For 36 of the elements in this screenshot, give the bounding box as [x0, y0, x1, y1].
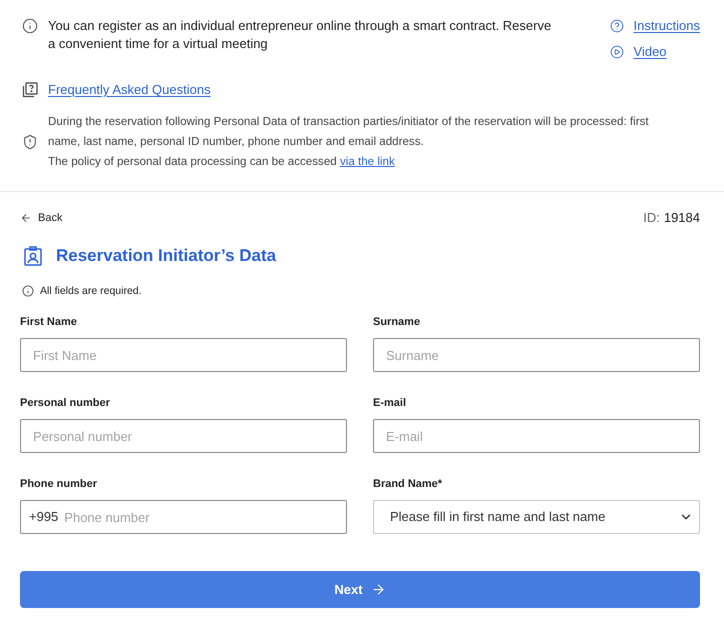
text-input[interactable]: First Name	[20, 338, 347, 372]
required-note: All fields are required.	[40, 284, 142, 298]
arrow-left-icon	[20, 212, 32, 224]
field-label: Brand Name*	[373, 477, 442, 491]
id-label: ID:	[643, 210, 660, 226]
question-document-icon	[22, 82, 38, 98]
field-label: Surname	[373, 315, 420, 329]
policy-note: The policy of personal data processing can be accessed via the link	[48, 154, 395, 170]
field-label: Personal number	[20, 396, 110, 410]
phone-number-input[interactable]: Phone number	[64, 507, 334, 527]
help-icon	[610, 19, 624, 33]
info-icon	[22, 285, 34, 297]
phone-field[interactable]: +995 Phone number	[20, 500, 347, 534]
faq-link[interactable]: Frequently Asked Questions	[48, 81, 211, 99]
text-input[interactable]: Personal number	[20, 419, 347, 453]
instructions-link[interactable]: Instructions	[634, 17, 700, 35]
next-button[interactable]: Next	[20, 571, 700, 608]
field-label: First Name	[20, 315, 77, 329]
play-icon	[610, 45, 624, 59]
info-icon	[22, 18, 38, 34]
country-code-prefix: +995	[29, 508, 58, 526]
back-button[interactable]: Back	[20, 210, 62, 226]
field-label: Phone number	[20, 477, 98, 491]
id-value: 19184	[664, 210, 700, 226]
section-title: Reservation Initiator’s Data	[56, 245, 276, 267]
person-badge-icon	[24, 246, 42, 266]
brand-name-select[interactable]: Please fill in first name and last name	[373, 500, 700, 534]
field-label: E-mail	[373, 396, 406, 410]
text-input[interactable]: Surname	[373, 338, 700, 372]
privacy-notice: During the reservation following Personal Data of transaction parties/initiator of the reservation will be processed: first name, last name, personal ID number, phone number and email address.	[48, 114, 650, 150]
shield-alert-icon	[22, 134, 38, 150]
arrow-right-icon	[370, 582, 386, 597]
policy-link[interactable]: via the link	[340, 155, 395, 168]
text-input[interactable]: E-mail	[373, 419, 700, 453]
notice-text: You can register as an individual entrepreneur online through a smart contract. Reserve a convenient time for a virtual meeting	[48, 17, 552, 53]
video-link[interactable]: Video	[634, 43, 667, 61]
